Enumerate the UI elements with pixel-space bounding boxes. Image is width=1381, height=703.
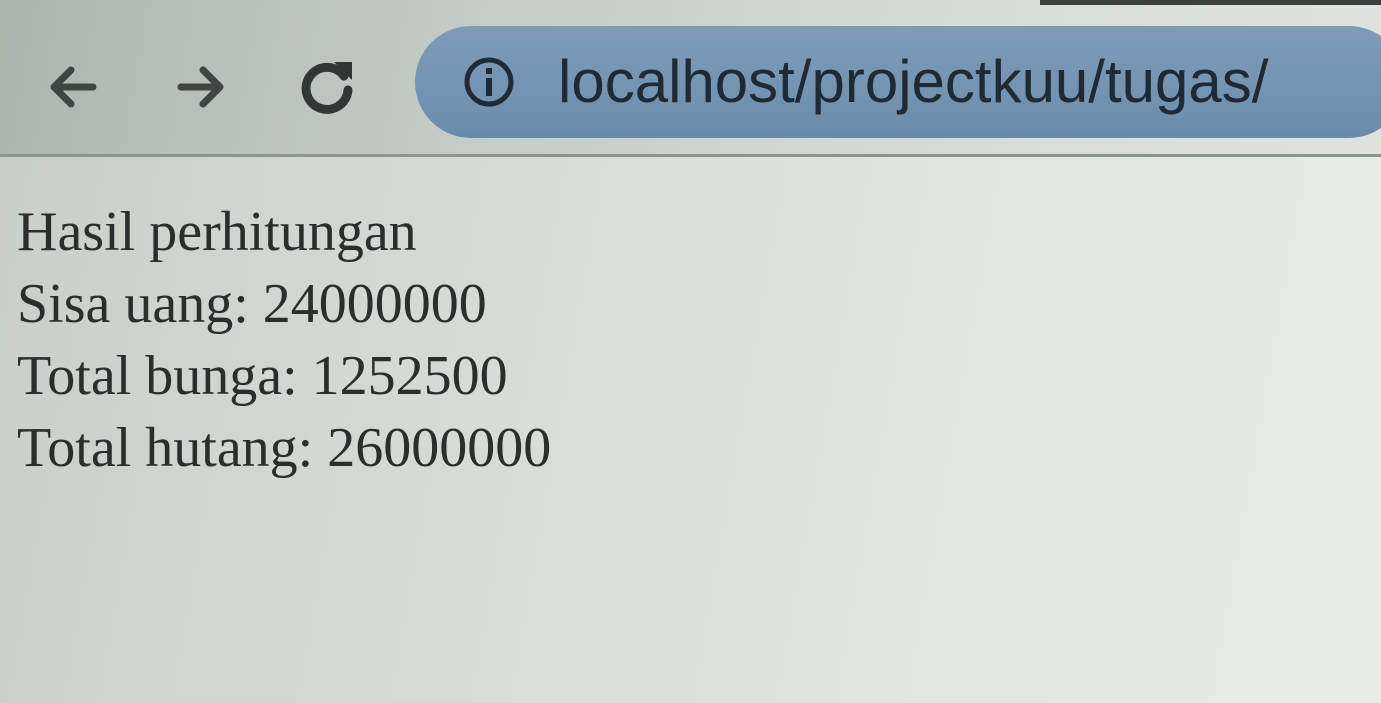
reload-button[interactable] [292,52,362,122]
forward-button[interactable] [166,52,236,122]
browser-toolbar: localhost/projectkuu/tugas/ [0,0,1381,157]
page-content: Hasil perhitungan Sisa uang: 24000000 To… [17,196,551,484]
back-button[interactable] [38,52,108,122]
reload-icon [294,54,360,120]
arrow-left-icon [43,57,103,117]
address-bar[interactable]: localhost/projectkuu/tugas/ [415,26,1381,138]
toolbar-divider [0,154,1381,157]
window-edge [1040,0,1381,5]
info-icon[interactable] [463,56,515,108]
result-sisa-uang: Sisa uang: 24000000 [17,273,487,335]
result-total-bunga: Total bunga: 1252500 [17,345,508,407]
arrow-right-icon [171,57,231,117]
page-heading: Hasil perhitungan [17,201,417,263]
url-text: localhost/projectkuu/tugas/ [558,48,1269,115]
result-total-hutang: Total hutang: 26000000 [17,417,552,479]
